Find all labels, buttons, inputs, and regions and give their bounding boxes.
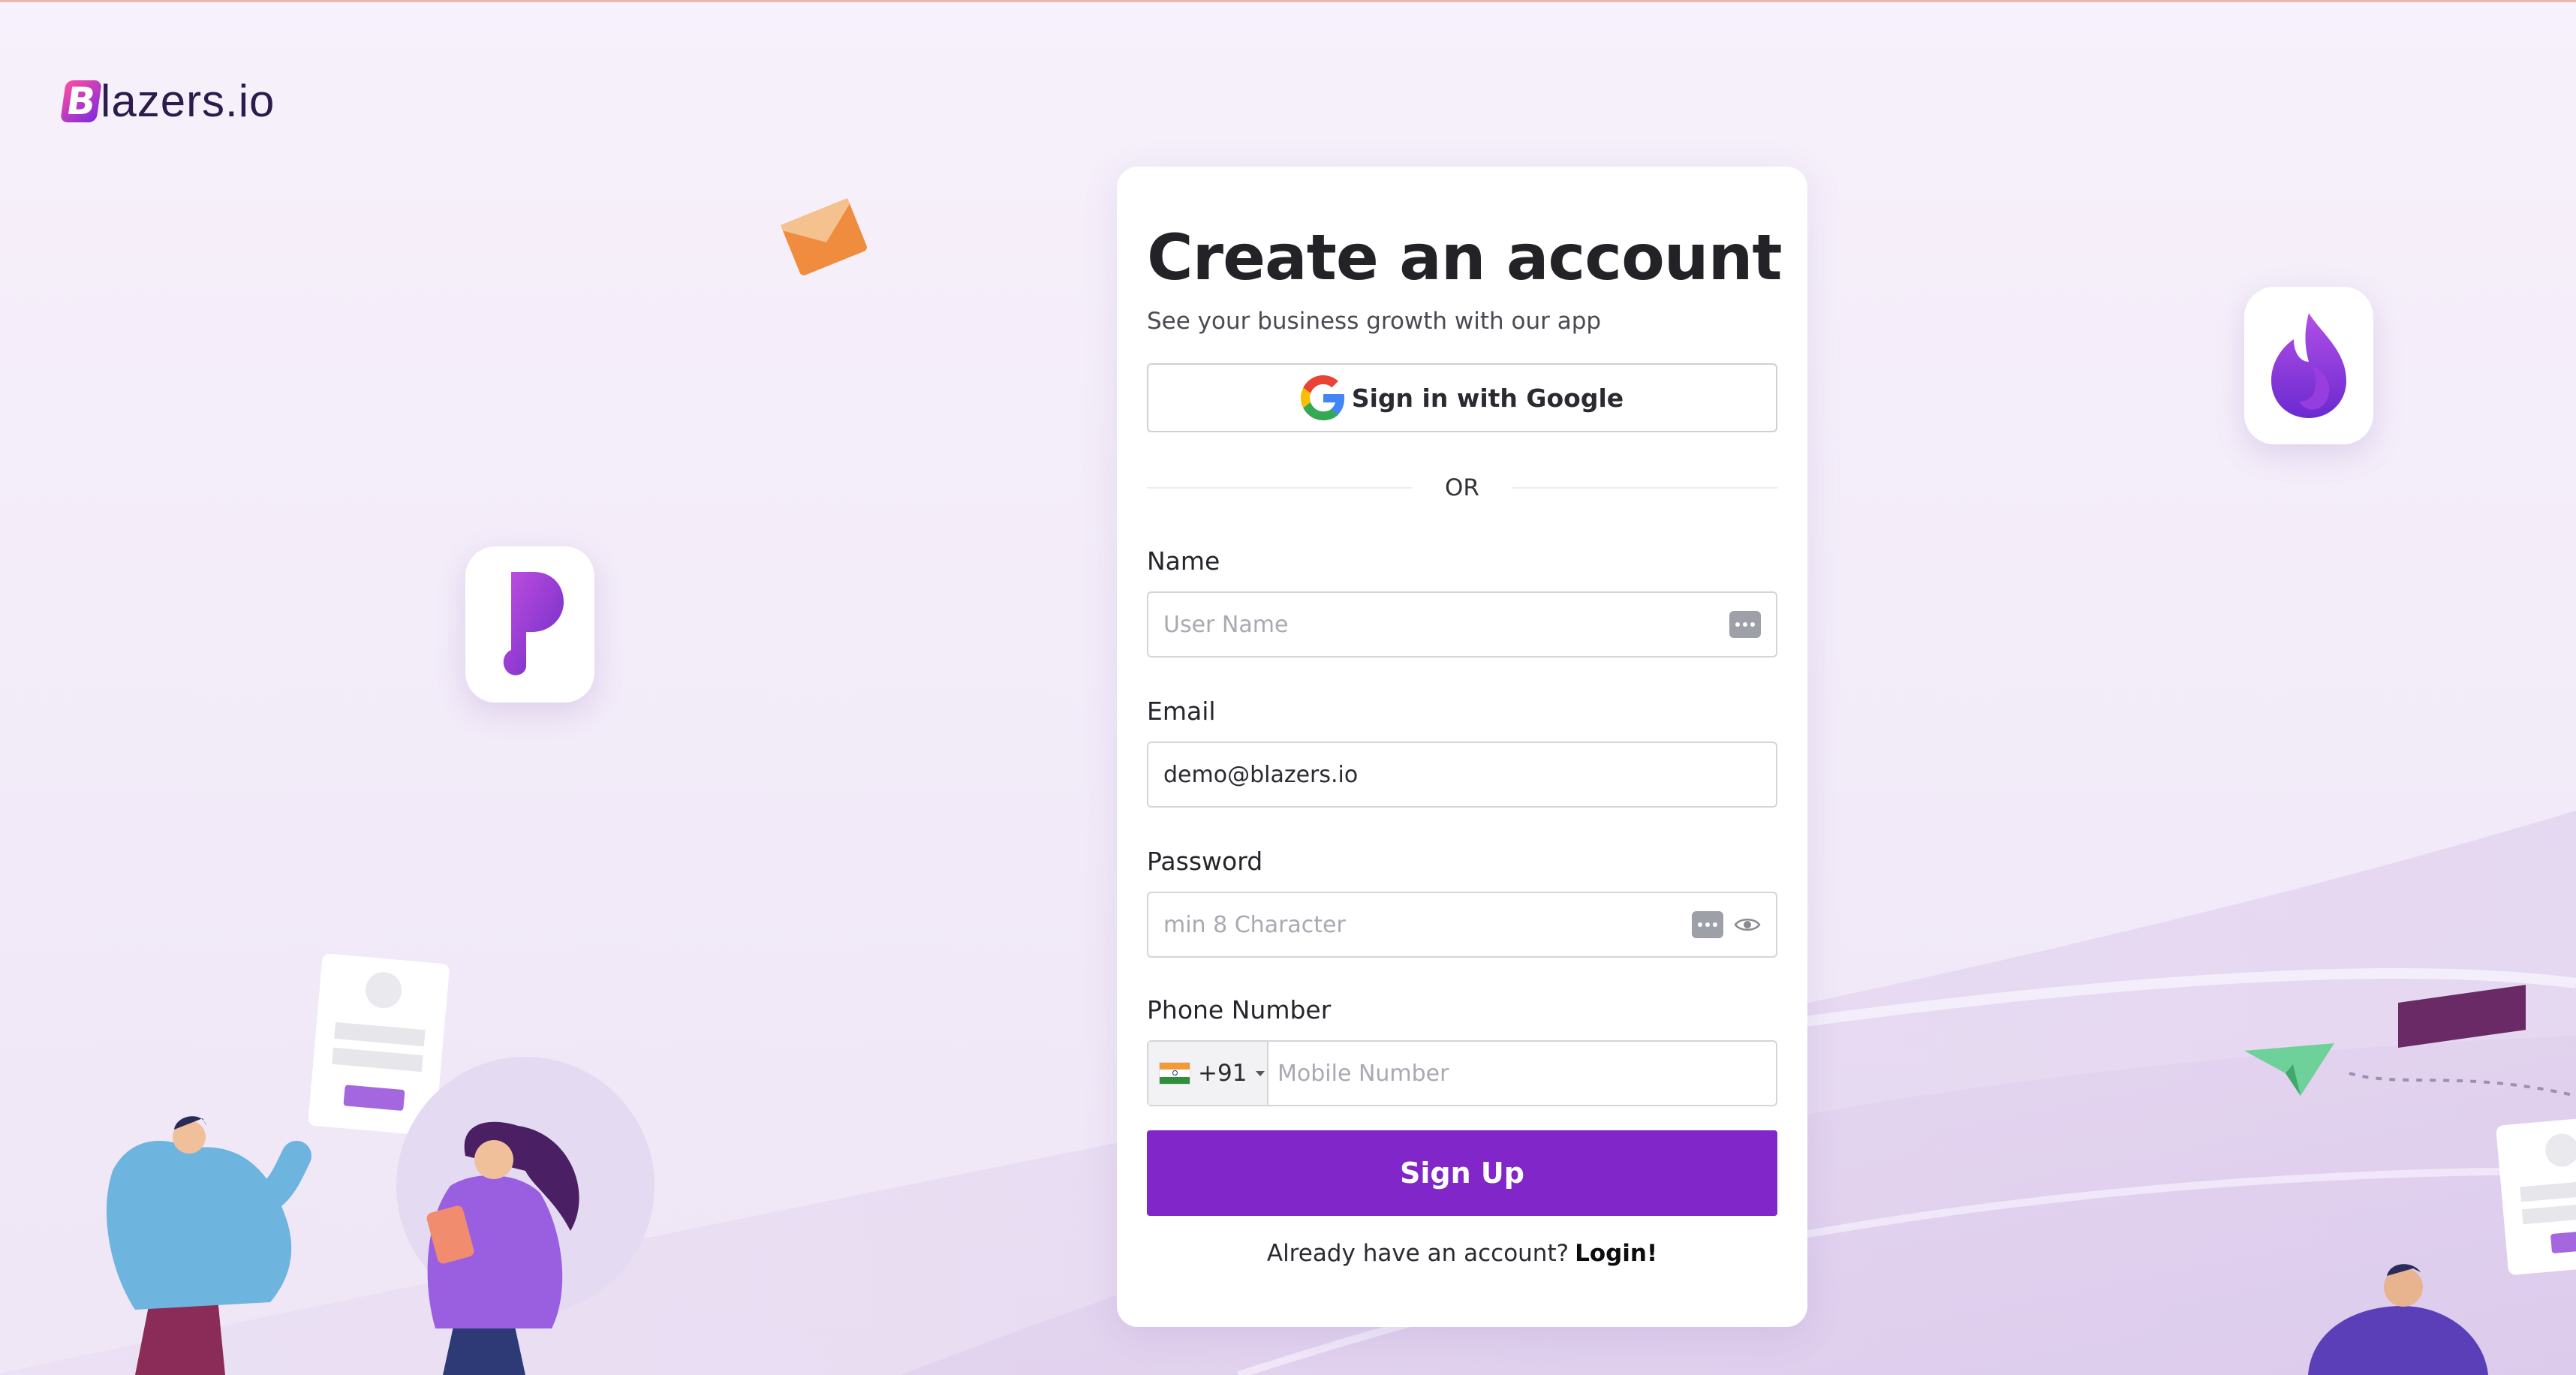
password-input[interactable] (1163, 911, 1684, 938)
eye-icon[interactable] (1734, 916, 1761, 934)
phone-field: +91 (1147, 1040, 1777, 1106)
google-icon (1300, 375, 1344, 420)
password-label: Password (1147, 847, 1263, 876)
login-prompt-text: Already have an account? (1266, 1240, 1569, 1267)
password-manager-icon[interactable] (1692, 911, 1723, 938)
name-input[interactable] (1163, 611, 1722, 638)
chevron-down-icon (1256, 1070, 1265, 1076)
logo-mark: B (60, 80, 102, 123)
password-field (1147, 892, 1777, 958)
email-label: Email (1147, 697, 1216, 726)
email-field (1147, 742, 1777, 808)
logo-text: lazers.io (101, 76, 275, 126)
signup-button[interactable]: Sign Up (1147, 1130, 1777, 1216)
country-dial-code: +91 (1198, 1060, 1247, 1087)
login-prompt: Already have an account? Login! (1147, 1240, 1777, 1267)
page-title: Create an account (1147, 221, 1783, 294)
envelope-decoration (781, 198, 867, 275)
or-divider: OR (1147, 473, 1778, 503)
brand-logo[interactable]: B lazers.io (60, 75, 275, 127)
phone-label: Phone Number (1147, 995, 1332, 1024)
email-input[interactable] (1163, 761, 1761, 788)
or-text: OR (1445, 474, 1479, 501)
divider-line-left (1147, 487, 1413, 489)
google-signin-button[interactable]: Sign in with Google (1147, 363, 1777, 432)
mobile-number-input[interactable] (1268, 1060, 1776, 1087)
country-code-selector[interactable]: +91 (1148, 1042, 1268, 1105)
password-manager-icon[interactable] (1729, 611, 1761, 638)
signup-card: Create an account See your business grow… (1117, 167, 1807, 1327)
google-button-label: Sign in with Google (1351, 383, 1624, 413)
signup-button-label: Sign Up (1400, 1157, 1524, 1190)
divider-line-right (1512, 487, 1778, 489)
name-field (1147, 591, 1777, 657)
login-link[interactable]: Login! (1575, 1240, 1657, 1267)
flame-app-tile (2244, 287, 2373, 444)
india-flag-icon (1159, 1062, 1190, 1085)
page-subtitle: See your business growth with our app (1147, 308, 1602, 335)
music-app-tile (465, 546, 594, 703)
name-label: Name (1147, 546, 1220, 576)
flame-icon (2271, 313, 2346, 418)
music-note-icon (503, 572, 564, 675)
